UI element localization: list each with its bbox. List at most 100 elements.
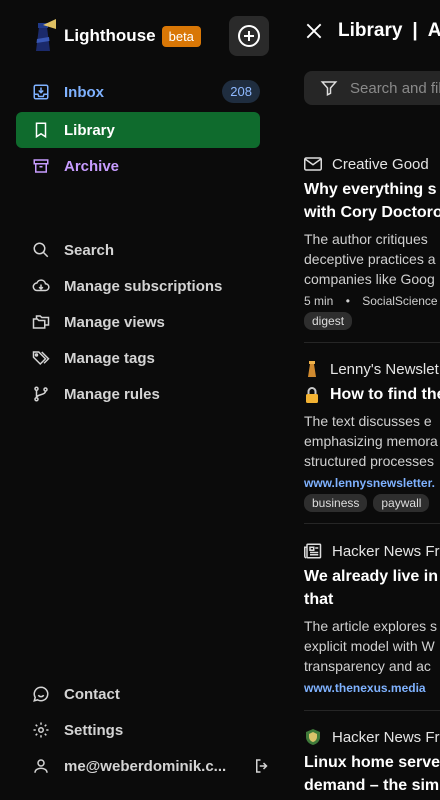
- view-name[interactable]: Al: [428, 20, 440, 42]
- article-title: How to find the: [304, 383, 440, 406]
- sidebar-item-label: Settings: [64, 721, 124, 739]
- git-branch-icon: [34, 386, 48, 402]
- title-line: demand – the sim: [304, 777, 440, 794]
- add-button[interactable]: [229, 16, 269, 56]
- search-icon: [33, 242, 49, 258]
- article-title: We already live in that: [304, 565, 440, 611]
- desc-line: The text discusses e: [304, 413, 432, 429]
- sidebar-item-search[interactable]: Search: [16, 235, 260, 265]
- divider: [304, 523, 440, 524]
- sidebar-item-label: Search: [64, 241, 115, 259]
- article-source: Creative Good: [304, 154, 440, 174]
- sidebar-item-library[interactable]: Library: [16, 112, 260, 148]
- tag[interactable]: digest: [304, 312, 353, 330]
- sidebar-item-settings[interactable]: Settings: [16, 715, 260, 745]
- sidebar-item-manage-rules[interactable]: Manage rules: [16, 379, 260, 409]
- divider: [304, 342, 440, 343]
- source-name: Creative Good: [332, 155, 429, 173]
- plus-circle-icon: [238, 25, 260, 47]
- sidebar-item-inbox[interactable]: Inbox 208: [16, 74, 260, 110]
- article-source: Hacker News Fro: [304, 727, 440, 747]
- tag[interactable]: paywall: [373, 494, 430, 512]
- desc-line: transparency and ac: [304, 658, 431, 674]
- folders-icon: [32, 315, 50, 329]
- meta-dot: •: [345, 294, 350, 308]
- sidebar-item-label: Manage tags: [64, 349, 155, 367]
- beta-badge: beta: [161, 25, 201, 47]
- article-description: The text discusses e emphasizing memora …: [304, 411, 440, 471]
- article-link[interactable]: www.thenexus.media: [304, 681, 440, 695]
- main-header: Library | Al: [304, 20, 440, 42]
- article-tags: digest: [304, 312, 440, 330]
- sidebar-item-archive[interactable]: Archive: [16, 148, 260, 184]
- account-item[interactable]: me@weberdominik.c...: [16, 751, 260, 781]
- tags-icon: [32, 351, 50, 366]
- search-filter-box[interactable]: [304, 71, 440, 105]
- title-line: Why everything s: [304, 181, 437, 198]
- title-line: Linux home serve: [304, 754, 440, 771]
- desc-line: companies like Goog: [304, 271, 435, 287]
- source-name: Lenny's Newslet: [330, 360, 439, 378]
- desc-line: The author critiques: [304, 231, 428, 247]
- user-icon: [34, 759, 48, 773]
- article-tags: business paywall: [304, 494, 440, 512]
- article-title: Why everything s with Cory Doctoro: [304, 178, 440, 224]
- brand-name: Lighthouse: [64, 26, 156, 45]
- article-item[interactable]: Hacker News Fro We already live in that …: [304, 541, 440, 695]
- sidebar-item-label: Manage rules: [64, 385, 160, 403]
- inbox-download-icon: [33, 84, 49, 100]
- lighthouse-source-icon: [308, 361, 316, 377]
- site-name: SocialScience: [362, 294, 438, 308]
- sidebar-item-label: Manage views: [64, 313, 165, 331]
- article-item[interactable]: Hacker News Fro Linux home serve demand …: [304, 727, 440, 797]
- desc-line: structured processes: [304, 453, 434, 469]
- sidebar-item-label: Inbox: [64, 83, 104, 101]
- logout-icon[interactable]: [253, 757, 271, 775]
- desc-line: emphasizing memora: [304, 433, 438, 449]
- article-source: Hacker News Fro: [304, 541, 440, 561]
- search-input[interactable]: [350, 79, 440, 97]
- article-title: Linux home serve demand – the sim: [304, 751, 440, 797]
- divider: [304, 710, 440, 711]
- source-name: Hacker News Fro: [332, 542, 440, 560]
- title-separator: |: [412, 20, 418, 41]
- read-time: 5 min: [304, 294, 334, 308]
- sidebar-item-manage-views[interactable]: Manage views: [16, 307, 260, 337]
- page-title: Library: [338, 20, 403, 41]
- main-panel: Library | Al Creative Good Why everythin…: [288, 0, 440, 800]
- sidebar-item-manage-subscriptions[interactable]: Manage subscriptions: [16, 271, 260, 301]
- article-meta: 5 min • SocialScience: [304, 294, 440, 308]
- article-item[interactable]: Creative Good Why everything s with Cory…: [304, 154, 440, 330]
- desc-line: deceptive practices a: [304, 251, 436, 267]
- sidebar-item-label: Archive: [64, 157, 120, 175]
- lock-icon: [306, 386, 318, 403]
- tag[interactable]: business: [304, 494, 368, 512]
- close-icon[interactable]: [304, 21, 324, 41]
- source-name: Hacker News Fro: [332, 728, 440, 746]
- article-link[interactable]: www.lennysnewsletter.: [304, 476, 440, 490]
- title-line: that: [304, 591, 334, 608]
- brand[interactable]: Lighthouse beta: [30, 18, 201, 54]
- filter-icon: [320, 81, 338, 96]
- gear-icon: [33, 722, 49, 738]
- account-email: me@weberdominik.c...: [64, 757, 227, 775]
- article-item[interactable]: Lenny's Newslet How to find the The text…: [304, 359, 440, 512]
- sidebar-item-label: Manage subscriptions: [64, 277, 223, 295]
- title-line: with Cory Doctoro: [304, 204, 440, 221]
- sidebar-item-label: Library: [64, 121, 115, 139]
- chat-smile-icon: [33, 686, 49, 702]
- article-source: Lenny's Newslet: [304, 359, 440, 379]
- sidebar-item-contact[interactable]: Contact: [16, 679, 260, 709]
- sidebar-item-label: Contact: [64, 685, 120, 703]
- title-line: We already live in: [304, 568, 438, 585]
- article-description: The article explores s explicit model wi…: [304, 616, 440, 676]
- cloud-download-icon: [32, 279, 50, 292]
- sidebar-item-manage-tags[interactable]: Manage tags: [16, 343, 260, 373]
- bookmark-icon: [35, 122, 47, 139]
- article-description: The author critiques deceptive practices…: [304, 229, 440, 289]
- sidebar: Lighthouse beta Inbox 208 Library Archiv…: [0, 0, 276, 800]
- desc-line: The article explores s: [304, 618, 438, 634]
- newspaper-icon: [304, 543, 322, 559]
- desc-line: explicit model with W: [304, 638, 435, 654]
- inbox-count-badge: 208: [222, 80, 260, 103]
